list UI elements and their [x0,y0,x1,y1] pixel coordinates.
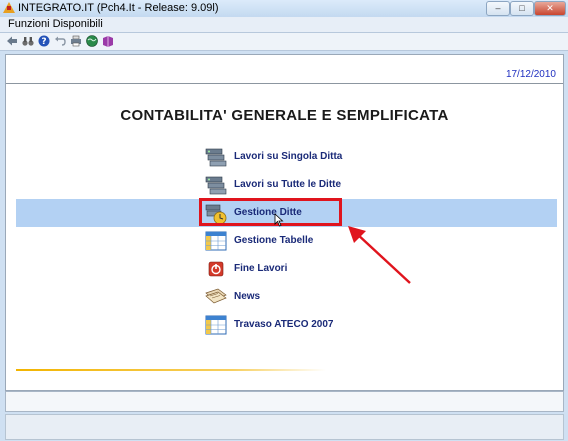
menu-label: Travaso ATECO 2007 [234,319,334,330]
help-icon[interactable]: ? [38,35,50,47]
maximize-button[interactable]: □ [510,1,534,16]
menu-funzioni-disponibili[interactable]: Funzioni Disponibili [8,18,103,30]
menu-label: Lavori su Singola Ditta [234,151,343,162]
printer-icon[interactable] [70,35,82,47]
bottom-panel [5,414,564,440]
server-stack-icon [205,176,227,195]
minimize-button[interactable]: – [486,1,510,16]
content-panel: 17/12/2010 CONTABILITA' GENERALE E SEMPL… [5,54,564,391]
page-title: CONTABILITA' GENERALE E SEMPLIFICATA [120,107,449,124]
menu-label: Lavori su Tutte le Ditte [234,179,342,190]
app-logo-icon [3,2,15,13]
menu-label: News [234,291,261,302]
undo-icon[interactable] [54,35,66,47]
status-bar [5,391,564,412]
toolbar: ? [0,33,568,51]
title-bar: INTEGRATO.IT (Pch4.It - Release: 9.09l) … [0,0,568,17]
footer-accent-line [16,369,326,371]
header-divider [6,83,563,84]
book-icon[interactable] [102,35,114,47]
menu-bar: Funzioni Disponibili [0,17,568,33]
globe-icon[interactable] [86,35,98,47]
mouse-cursor-icon [274,213,284,227]
menu-label: Fine Lavori [234,263,288,274]
table-icon [205,231,227,251]
annotation-highlight-box [199,198,342,226]
server-stack-icon [205,148,227,167]
svg-text:?: ? [41,37,46,47]
annotation-arrow-icon [348,226,411,284]
window-title: INTEGRATO.IT (Pch4.It - Release: 9.09l) [18,2,219,14]
menu-label: Gestione Tabelle [234,235,314,246]
binoculars-icon[interactable] [22,35,34,47]
close-button[interactable]: ✕ [534,1,566,16]
current-date: 17/12/2010 [505,69,556,80]
back-arrow-icon[interactable] [6,35,18,47]
table-icon [205,315,227,335]
newspaper-icon [205,288,227,304]
power-icon [208,261,224,277]
